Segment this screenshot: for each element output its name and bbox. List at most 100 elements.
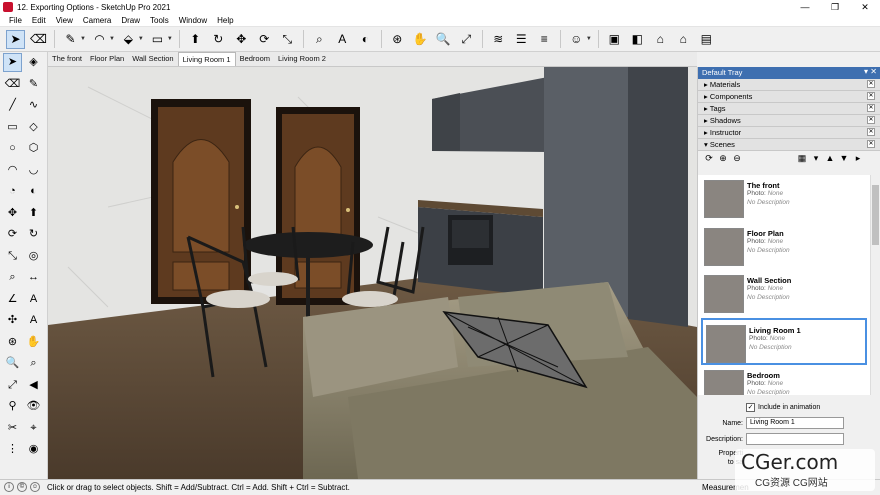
move-down-icon[interactable]: ▼: [838, 153, 850, 165]
position-tool-icon[interactable]: ⌖: [24, 419, 43, 438]
pie-tool-icon[interactable]: ◔: [3, 182, 22, 201]
scene-item[interactable]: Wall Section Photo: None No Description: [701, 270, 867, 318]
panel-close-icon[interactable]: ✕: [867, 92, 875, 100]
scene-list-scrollbar[interactable]: [870, 175, 880, 395]
user-icon[interactable]: ☺: [30, 482, 40, 492]
menu-view[interactable]: View: [51, 16, 78, 25]
tab-living-room-1[interactable]: Living Room 1: [177, 52, 236, 66]
rectangle-tool-icon[interactable]: ▭: [3, 118, 22, 137]
chevron-down-icon[interactable]: ▼: [167, 36, 173, 42]
arc2-tool-icon[interactable]: ◡: [24, 161, 43, 180]
home-icon[interactable]: ⌂: [651, 30, 670, 49]
scene-description-field[interactable]: [746, 433, 844, 445]
box-icon[interactable]: ▤: [697, 30, 716, 49]
scale-tool-icon[interactable]: ⤡: [3, 247, 22, 266]
zoom-extents-icon[interactable]: ⤢: [457, 30, 476, 49]
menu-draw[interactable]: Draw: [116, 16, 145, 25]
follow-me-icon[interactable]: ↻: [209, 30, 228, 49]
geo-location-icon[interactable]: i: [4, 482, 14, 492]
orbit-tool-icon[interactable]: ⊛: [3, 333, 22, 352]
tab-living-room-2[interactable]: Living Room 2: [274, 52, 330, 66]
chevron-down-icon[interactable]: ▼: [586, 36, 592, 42]
chevron-down-icon[interactable]: ▼: [138, 36, 144, 42]
refresh-icon[interactable]: ⟳: [703, 153, 715, 165]
detail-icon[interactable]: ▦: [796, 153, 808, 165]
paint-bucket-icon[interactable]: ⬙: [119, 30, 138, 49]
panel-close-icon[interactable]: ✕: [867, 116, 875, 124]
account-icon[interactable]: ☺: [567, 30, 586, 49]
axes-tool-icon[interactable]: ✣: [3, 311, 22, 330]
maximize-button[interactable]: ❐: [820, 0, 850, 14]
panel-close-icon[interactable]: ✕: [867, 140, 875, 148]
protractor-tool-icon[interactable]: ∠: [3, 290, 22, 309]
tab-the-front[interactable]: The front: [48, 52, 86, 66]
pencil-icon[interactable]: ✎: [61, 30, 80, 49]
arc-icon[interactable]: ◠: [90, 30, 109, 49]
zoom-ext-tool-icon[interactable]: ⤢: [3, 376, 22, 395]
chevron-down-icon[interactable]: ▼: [80, 36, 86, 42]
sandbox-icon[interactable]: ≋: [489, 30, 508, 49]
eraser-tool-icon[interactable]: ⌫: [3, 75, 22, 94]
panel-close-icon[interactable]: ✕: [867, 80, 875, 88]
scene-item[interactable]: Bedroom Photo: None No Description: [701, 365, 867, 395]
dimension-tool-icon[interactable]: ↔: [24, 268, 43, 287]
look-tool-icon[interactable]: 👁: [24, 397, 43, 416]
text-icon[interactable]: A: [333, 30, 352, 49]
menu-window[interactable]: Window: [174, 16, 212, 25]
model-viewport[interactable]: [48, 67, 697, 479]
pan-tool-icon[interactable]: ✋: [24, 333, 43, 352]
zoom-tool-icon[interactable]: 🔍: [3, 354, 22, 373]
zoom-icon[interactable]: 🔍: [434, 30, 453, 49]
section-tool-icon[interactable]: ✂: [3, 419, 22, 438]
minimize-button[interactable]: —: [790, 0, 820, 14]
line-tool-icon[interactable]: ╱: [3, 96, 22, 115]
warehouse-icon[interactable]: ▣: [605, 30, 624, 49]
more-icon[interactable]: ▸: [852, 153, 864, 165]
offset-tool-icon[interactable]: ◎: [24, 247, 43, 266]
tag-tool-icon[interactable]: ✎: [24, 75, 43, 94]
eraser-icon[interactable]: ⌫: [29, 30, 48, 49]
menu-help[interactable]: Help: [212, 16, 238, 25]
move-up-icon[interactable]: ▲: [824, 153, 836, 165]
3dtext-tool-icon[interactable]: A: [24, 311, 43, 330]
remove-scene-icon[interactable]: ⊖: [731, 153, 743, 165]
flatten-icon[interactable]: ≡: [535, 30, 554, 49]
eye-tool-icon[interactable]: ◉: [24, 440, 43, 459]
menu-tools[interactable]: Tools: [145, 16, 174, 25]
scene-render[interactable]: [48, 67, 697, 479]
chevron-down-icon[interactable]: ▼: [109, 36, 115, 42]
menu-edit[interactable]: Edit: [27, 16, 51, 25]
scene-item[interactable]: Living Room 1 Photo: None No Description: [701, 317, 867, 365]
paint-tool-icon[interactable]: ◐: [24, 182, 43, 201]
scene-list[interactable]: The front Photo: None No Description Floor …: [698, 175, 870, 395]
rotate-icon[interactable]: ⟳: [255, 30, 274, 49]
tape-measure-icon[interactable]: ⌕: [310, 30, 329, 49]
scene-item[interactable]: Floor Plan Photo: None No Description: [701, 223, 867, 271]
scale-icon[interactable]: ⤡: [278, 30, 297, 49]
component-tool-icon[interactable]: ◈: [24, 53, 43, 72]
panel-tags[interactable]: ▸ Tags ✕: [698, 103, 880, 115]
panel-close-icon[interactable]: ✕: [867, 128, 875, 136]
panel-scenes[interactable]: ▾ Scenes ✕: [698, 139, 880, 151]
include-animation-checkbox[interactable]: ✓: [746, 403, 755, 412]
credits-icon[interactable]: ©: [17, 482, 27, 492]
move-tool-icon[interactable]: ✥: [3, 204, 22, 223]
select-icon[interactable]: ➤: [6, 29, 25, 49]
scene-name-field[interactable]: Living Room 1: [746, 417, 844, 429]
panel-instructor[interactable]: ▸ Instructor ✕: [698, 127, 880, 139]
panel-shadows[interactable]: ▸ Shadows ✕: [698, 115, 880, 127]
follow-tool-icon[interactable]: ↻: [24, 225, 43, 244]
select-tool-icon[interactable]: ➤: [3, 53, 22, 73]
zoom-window-tool-icon[interactable]: ⌕: [24, 354, 43, 373]
footprint-tool-icon[interactable]: ⋮: [3, 440, 22, 459]
rotated-rect-tool-icon[interactable]: ◇: [24, 118, 43, 137]
scene-item[interactable]: The front Photo: None No Description: [701, 175, 867, 223]
shape-icon[interactable]: ▭: [148, 30, 167, 49]
add-scene-icon[interactable]: ⊕: [717, 153, 729, 165]
view-options-icon[interactable]: ▾: [810, 153, 822, 165]
prev-tool-icon[interactable]: ◀: [24, 376, 43, 395]
house-icon[interactable]: ⌂: [674, 30, 693, 49]
paint-icon[interactable]: ◐: [356, 30, 375, 49]
tab-bedroom[interactable]: Bedroom: [236, 52, 274, 66]
scrollbar-thumb[interactable]: [872, 185, 879, 245]
